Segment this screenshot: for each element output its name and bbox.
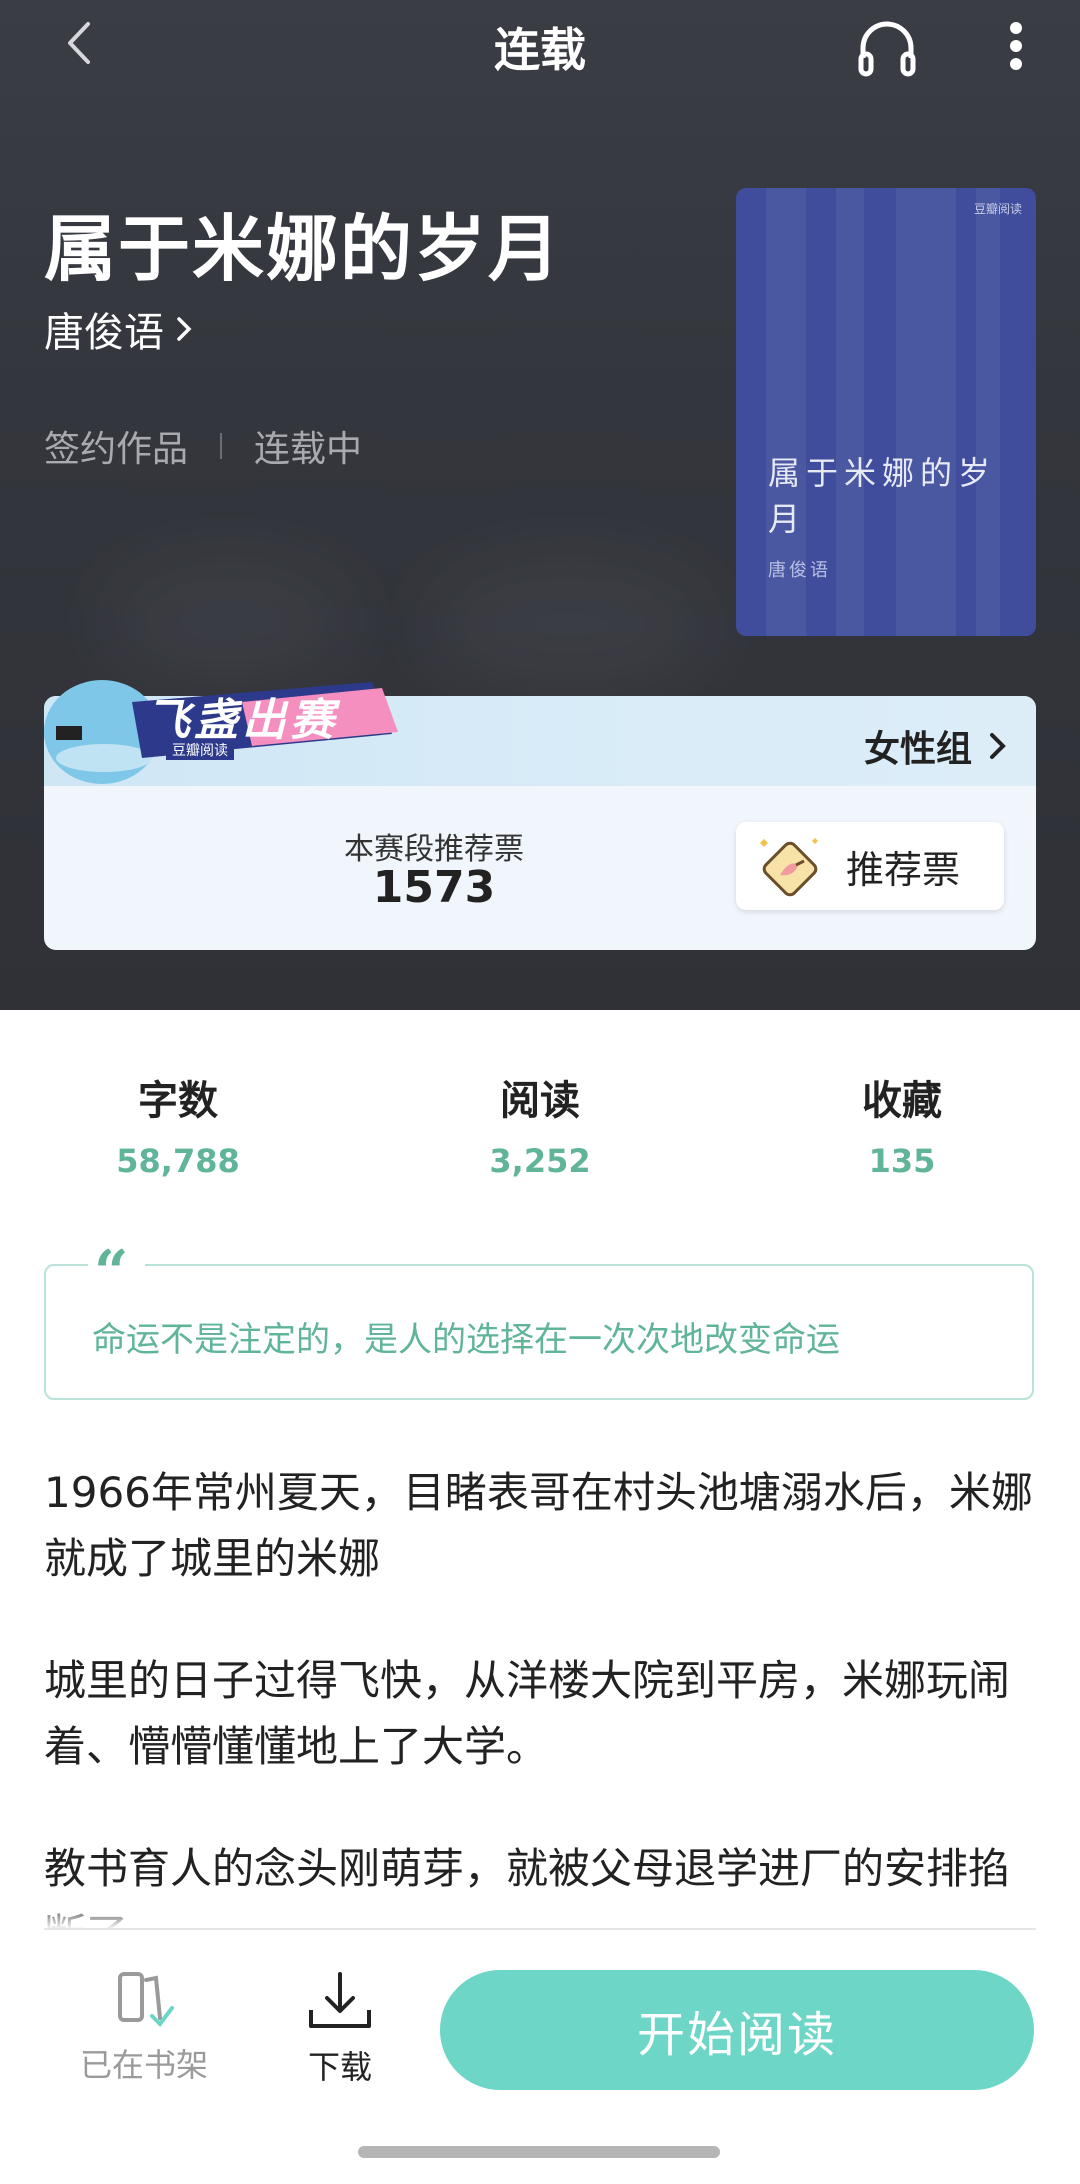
votes-count: 1573 (372, 862, 496, 913)
synopsis-paragraph: 城里的日子过得飞快，从洋楼大院到平房，米娜玩闹着、懵懵懂懂地上了大学。 (44, 1656, 1011, 1771)
top-bar: 连载 (0, 0, 1080, 90)
download-icon (309, 1972, 371, 2028)
stat-value: 3,252 (489, 1142, 591, 1180)
background-blur (420, 560, 720, 690)
tag-status: 连载中 (254, 429, 363, 470)
contest-header[interactable]: 飞盏出赛 豆瓣阅读 女性组 (44, 680, 1036, 786)
tagline-box: “ 命运不是注定的，是人的选择在一次次地改变命运 (44, 1243, 1034, 1400)
stat-word-count: 字数 58,788 (48, 1068, 308, 1180)
group-label: 女性组 (863, 729, 972, 770)
tag-signed: 签约作品 (44, 429, 189, 470)
book-title: 属于米娜的岁月 (44, 207, 563, 291)
more-button[interactable] (1000, 14, 1032, 78)
book-tags: 签约作品 连载中 (44, 420, 362, 472)
audio-button[interactable] (855, 14, 919, 78)
recommend-ticket-label: 推荐票 (846, 847, 961, 892)
download-button[interactable]: 下载 (280, 1970, 400, 2088)
cover-stripe (896, 188, 956, 636)
stat-value: 58,788 (116, 1142, 240, 1180)
chevron-right-icon (177, 317, 192, 341)
contest-logo-sub: 豆瓣阅读 (166, 740, 234, 760)
ticket-icon (760, 838, 818, 897)
contest-card: 飞盏出赛 豆瓣阅读 女性组 本赛段推荐票 1573 推荐票 (44, 680, 1036, 950)
group-link[interactable]: 女性组 (864, 720, 1008, 772)
book-cover[interactable]: 豆瓣阅读 属于米娜的岁月 唐俊语 (736, 188, 1036, 636)
cover-logo: 豆瓣阅读 (973, 202, 1022, 216)
tagline-text: 命运不是注定的，是人的选择在一次次地改变命运 (92, 1320, 840, 1360)
download-label: 下载 (307, 2048, 372, 2086)
home-indicator[interactable] (358, 2146, 720, 2158)
stats-row: 字数 58,788 阅读 3,252 收藏 135 (0, 1068, 1080, 1188)
stat-reads: 阅读 3,252 (410, 1068, 670, 1180)
quote-icon: “ (88, 1243, 145, 1303)
stat-label: 阅读 (500, 1078, 580, 1124)
stat-value: 135 (868, 1142, 936, 1180)
bookshelf-check-icon (118, 1972, 174, 2028)
chevron-right-icon (990, 733, 1006, 759)
stat-label: 收藏 (862, 1078, 942, 1124)
book-header: 连载 属于米娜的岁月 唐俊语 签约作品 连载中 豆瓣阅读 属于米娜的岁月 唐俊语 (0, 0, 1080, 1010)
stat-favorites: 收藏 135 (772, 1068, 1032, 1180)
text-fade (0, 1900, 1080, 1930)
cover-stripe (836, 188, 864, 636)
headphone-icon (858, 21, 916, 77)
synopsis-paragraph: 1966年常州夏天，目睹表哥在村头池塘溺水后，米娜就成了城里的米娜 (44, 1468, 1033, 1583)
contest-logo-text: 飞盏出赛 (146, 695, 338, 746)
cover-author: 唐俊语 (768, 560, 831, 581)
contest-logo: 飞盏出赛 豆瓣阅读 (42, 662, 422, 786)
stat-label: 字数 (138, 1078, 218, 1124)
recommend-ticket-button[interactable]: 推荐票 (736, 822, 1004, 910)
cover-title: 属于米娜的岁月 (768, 454, 997, 538)
on-shelf-label: 已在书架 (79, 2046, 208, 2084)
more-vertical-icon (1010, 22, 1022, 70)
start-reading-button[interactable]: 开始阅读 (440, 1970, 1034, 2090)
author-name: 唐俊语 (44, 310, 164, 356)
on-shelf-button[interactable]: 已在书架 (64, 1970, 224, 2086)
cover-stripe (976, 188, 1000, 636)
divider (220, 433, 223, 459)
author-link[interactable]: 唐俊语 (44, 300, 194, 358)
